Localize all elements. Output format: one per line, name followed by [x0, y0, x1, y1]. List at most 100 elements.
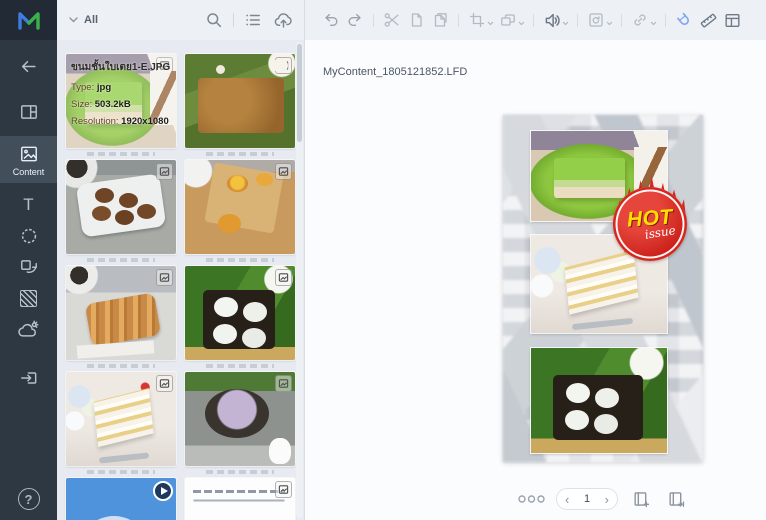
- sidebar-item-sticker[interactable]: [0, 224, 57, 248]
- thumbnail-granola-dessert[interactable]: [185, 54, 295, 148]
- previous-page-button[interactable]: ‹: [565, 493, 569, 506]
- go-last-page-button[interactable]: [664, 487, 688, 511]
- canvas-pane[interactable]: MyContent_1805121852.LFD HOT issue ‹ 1 ›: [305, 40, 766, 520]
- paste-button[interactable]: [428, 6, 452, 34]
- redo-button[interactable]: [343, 6, 367, 34]
- thumbnail-promo-video[interactable]: [66, 478, 176, 520]
- audio-button[interactable]: [540, 6, 564, 34]
- sidebar-item-datalink[interactable]: [0, 366, 57, 390]
- list-item: ขนมชั้นใบเตย1-E.JPG Type: jpg Size: 503.…: [66, 54, 176, 158]
- list-item: [66, 372, 176, 476]
- list-item: [185, 266, 295, 370]
- question-icon: ?: [24, 491, 33, 507]
- sidebar-item-weather[interactable]: [0, 317, 57, 341]
- chevron-down-icon[interactable]: [650, 21, 657, 26]
- thumbnail-caption: [205, 470, 275, 474]
- play-icon: [153, 481, 173, 501]
- page-dots-icon[interactable]: [518, 494, 545, 504]
- page-navigator: ‹ 1 ›: [556, 488, 618, 510]
- library-scrollbar[interactable]: [296, 42, 303, 518]
- current-page-number: 1: [583, 493, 591, 505]
- upload-button[interactable]: [272, 8, 294, 32]
- content-filter-dropdown[interactable]: All: [69, 14, 98, 26]
- box-arrow-icon: [19, 368, 39, 388]
- ruler-button[interactable]: [696, 6, 720, 34]
- sidebar-item-shapes[interactable]: [0, 255, 57, 279]
- thumbnail-caption: [205, 258, 275, 262]
- text-tool-icon: T: [23, 195, 34, 214]
- thumbnail-caption: [86, 152, 156, 156]
- link-button[interactable]: [628, 6, 652, 34]
- toolbar-divider: [665, 13, 666, 27]
- page-controls: ‹ 1 ›: [493, 487, 713, 511]
- effect-button[interactable]: [584, 6, 608, 34]
- list-item: [66, 478, 176, 520]
- scalloped-circle-icon: [19, 226, 39, 246]
- sidebar-item-template[interactable]: [0, 100, 57, 124]
- list-item: [185, 372, 295, 476]
- last-page-icon: [667, 490, 686, 509]
- list-item: [185, 160, 295, 264]
- app-window: Content T ? All ขนมชั้นใบเตย1-E.JPG Type…: [0, 0, 766, 520]
- upload-cloud-icon: [274, 11, 293, 30]
- magnet-snap-button[interactable]: [672, 6, 696, 34]
- search-button[interactable]: [203, 8, 225, 32]
- hot-issue-sticker[interactable]: HOT issue: [610, 176, 692, 261]
- undo-button[interactable]: [319, 6, 343, 34]
- cut-button[interactable]: [380, 6, 404, 34]
- crop-button[interactable]: [465, 6, 489, 34]
- arrange-button[interactable]: [496, 6, 520, 34]
- sidebar-item-text[interactable]: T: [0, 193, 57, 217]
- image-type-badge-icon: [275, 481, 292, 498]
- scrollbar-thumb[interactable]: [297, 44, 302, 142]
- chevron-down-icon[interactable]: [562, 21, 569, 26]
- add-page-button[interactable]: [629, 487, 653, 511]
- copy-button[interactable]: [404, 6, 428, 34]
- list-view-icon: [244, 11, 262, 29]
- next-page-button[interactable]: ›: [605, 493, 609, 506]
- chevron-down-icon[interactable]: [487, 21, 494, 26]
- arrange-tool-group: [496, 6, 527, 34]
- thumbnail-egg-tarts[interactable]: [185, 160, 295, 254]
- chevron-down-icon[interactable]: [518, 21, 525, 26]
- toolbar-divider: [577, 13, 578, 27]
- divider: [233, 13, 234, 27]
- filter-label: All: [84, 14, 99, 26]
- list-view-button[interactable]: [242, 8, 264, 32]
- canvas-artboard[interactable]: HOT issue: [503, 115, 703, 462]
- thumbnail-taro-dessert-bowl[interactable]: [185, 372, 295, 466]
- document-title: MyContent_1805121852.LFD: [323, 66, 468, 78]
- help-button[interactable]: ?: [17, 488, 40, 510]
- editor-toolbar: [305, 0, 766, 40]
- shapes-icon: [19, 257, 39, 277]
- list-item: [66, 160, 176, 264]
- canvas-photo-coconut-custard[interactable]: [531, 348, 667, 453]
- grid-table-button[interactable]: [720, 6, 744, 34]
- thumbnail-coconut-custard-cups[interactable]: [185, 266, 295, 360]
- thumbnail-caption: [86, 364, 156, 368]
- hot-sticker-circle: HOT issue: [613, 187, 687, 261]
- library-header: All: [57, 0, 304, 40]
- thumbnail-caption: [205, 364, 275, 368]
- list-item: [185, 478, 295, 520]
- sidebar-item-content[interactable]: Content: [0, 136, 57, 183]
- sidebar-nav: Content T: [0, 40, 57, 397]
- layout-icon: [19, 102, 39, 122]
- effect-tool-group: [584, 6, 615, 34]
- chevron-down-icon[interactable]: [606, 21, 613, 26]
- thumbnail-cake-slice[interactable]: [66, 372, 176, 466]
- hatch-square-icon: [20, 289, 37, 307]
- toolbar-divider: [458, 13, 459, 27]
- content-info-tooltip: ขนมชั้นใบเตย1-E.JPG Type: jpg Size: 503.…: [66, 54, 176, 148]
- add-page-icon: [632, 490, 651, 509]
- back-button[interactable]: [0, 54, 57, 78]
- thumbnail-thai-text-poster[interactable]: [185, 478, 295, 520]
- magicinfo-logo: [0, 0, 57, 40]
- sidebar-item-pattern[interactable]: [0, 286, 57, 310]
- thumbnail-sausage-pastry[interactable]: [66, 266, 176, 360]
- thumbnail-chocolate-cookies[interactable]: [66, 160, 176, 254]
- thumbnail-pandan-layer-cake[interactable]: ขนมชั้นใบเตย1-E.JPG Type: jpg Size: 503.…: [66, 54, 176, 148]
- sidebar-item-label: Content: [12, 167, 45, 177]
- search-icon: [205, 11, 223, 29]
- image-type-badge-icon: [275, 57, 292, 74]
